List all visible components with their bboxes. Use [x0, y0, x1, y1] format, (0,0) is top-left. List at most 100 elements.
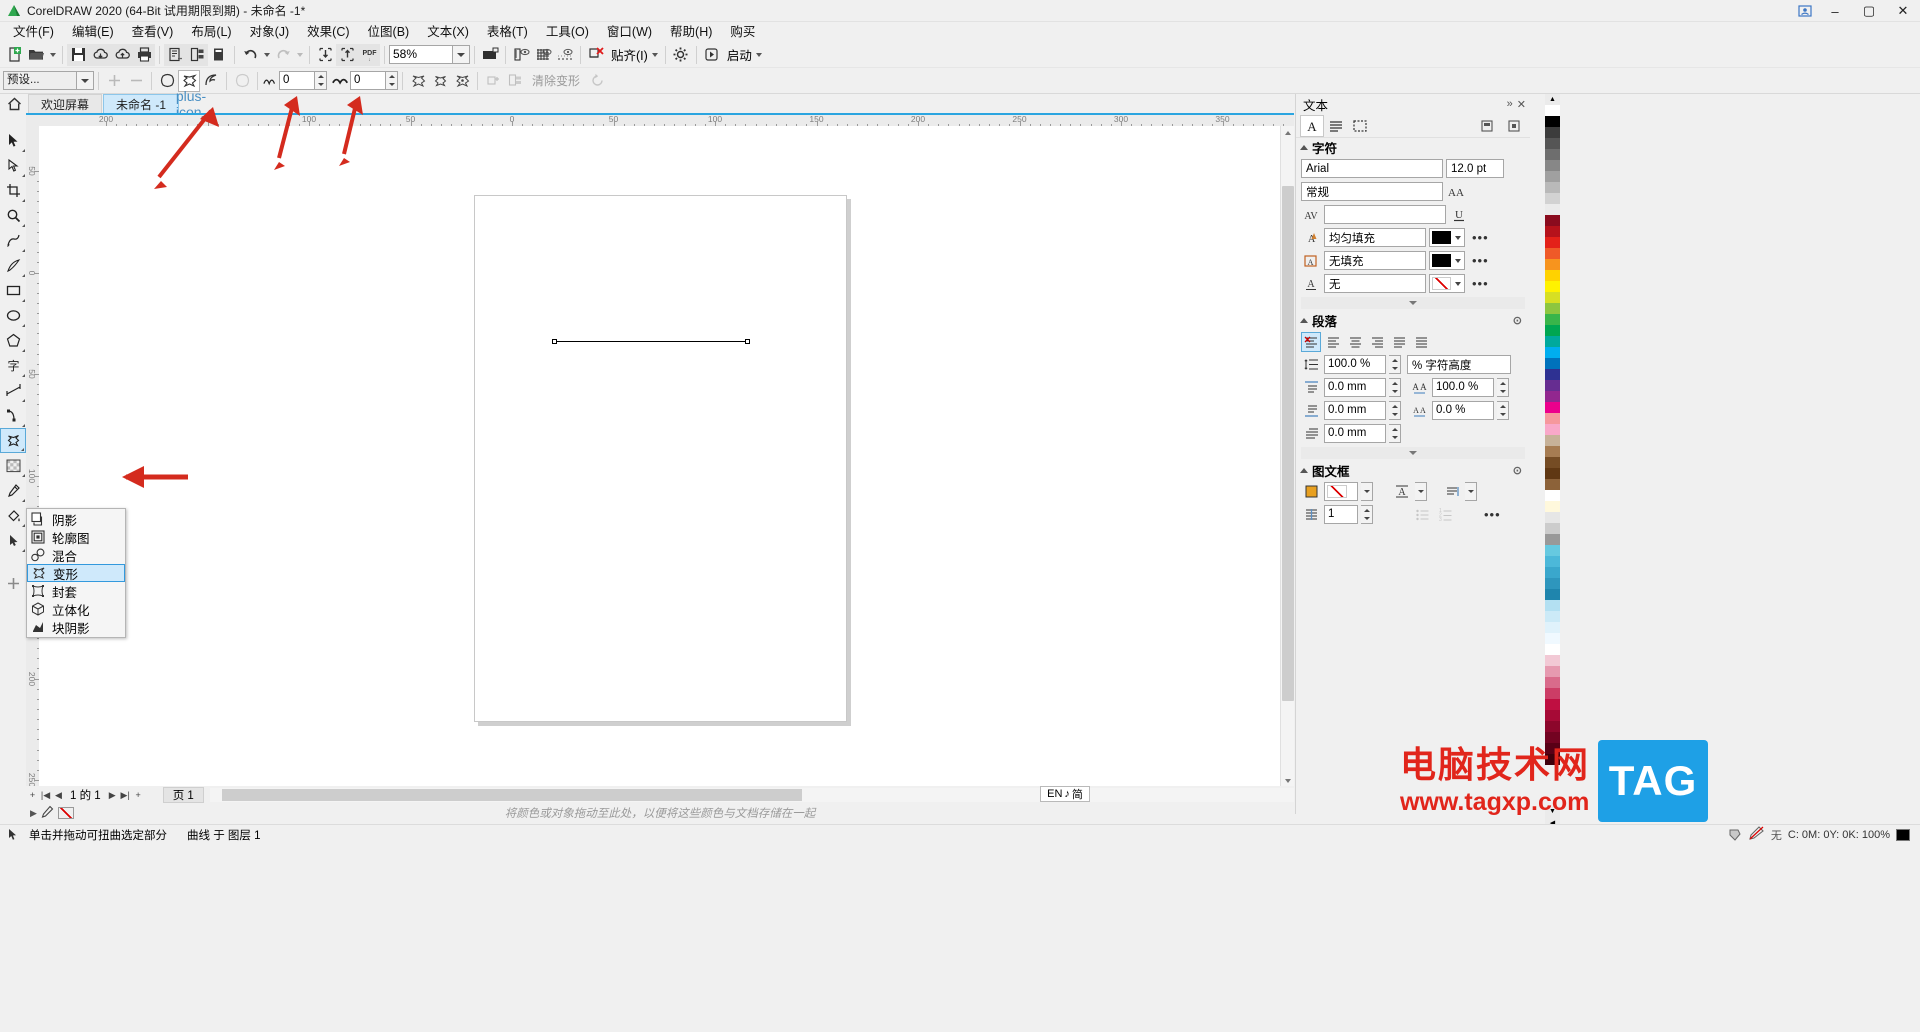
- zoom-dropdown-icon[interactable]: [453, 45, 470, 64]
- page-add-end-icon[interactable]: +: [132, 787, 145, 803]
- account-icon[interactable]: [1792, 0, 1818, 22]
- line-node-start[interactable]: [552, 339, 557, 344]
- frame-options-icon[interactable]: ⊙: [1513, 464, 1530, 477]
- export-doc-icon[interactable]: [186, 43, 208, 66]
- freehand-tool[interactable]: [0, 228, 26, 253]
- palette-color[interactable]: [1545, 479, 1560, 490]
- shape-tool[interactable]: [0, 153, 26, 178]
- after-paragraph-spinner[interactable]: [1389, 401, 1401, 420]
- more-tools-icon[interactable]: [0, 571, 26, 596]
- menu-buy[interactable]: 购买: [721, 23, 764, 41]
- outline-pen-icon[interactable]: [1749, 826, 1765, 843]
- export-to-icon[interactable]: [208, 44, 230, 66]
- character-spacing-spinner[interactable]: [1497, 378, 1509, 397]
- palette-color[interactable]: [1545, 655, 1560, 666]
- reset-icon[interactable]: [586, 70, 608, 92]
- palette-color[interactable]: [1545, 468, 1560, 479]
- palette-color[interactable]: [1545, 402, 1560, 413]
- underline-icon[interactable]: U: [1449, 205, 1469, 225]
- character-spacing-input[interactable]: 100.0 %: [1432, 378, 1494, 397]
- outline-more-options[interactable]: •••: [1468, 253, 1493, 268]
- undo-icon[interactable]: [239, 44, 261, 66]
- character-tab[interactable]: A: [1300, 114, 1324, 137]
- launch-label[interactable]: 启动: [723, 45, 754, 64]
- fill-more-options[interactable]: •••: [1468, 230, 1493, 245]
- palette-color[interactable]: [1545, 248, 1560, 259]
- indent-spinner[interactable]: [1389, 424, 1401, 443]
- ellipse-tool[interactable]: [0, 303, 26, 328]
- palette-color[interactable]: [1545, 743, 1560, 754]
- preset-dropdown-icon[interactable]: [77, 71, 94, 90]
- word-spacing-input[interactable]: 0.0 %: [1432, 401, 1494, 420]
- palette-color[interactable]: [1545, 215, 1560, 226]
- fill-type-combo[interactable]: 均匀填充: [1324, 228, 1426, 247]
- tab-untitled-1[interactable]: 未命名 -1: [103, 94, 180, 113]
- palette-color[interactable]: [1545, 193, 1560, 204]
- preset-input[interactable]: 预设...: [3, 71, 77, 90]
- paragraph-options-icon[interactable]: ⊙: [1513, 314, 1530, 327]
- color-palette[interactable]: [1545, 105, 1560, 805]
- palette-color[interactable]: [1545, 435, 1560, 446]
- line-spacing-input[interactable]: 100.0 %: [1324, 355, 1386, 374]
- remove-preset-icon[interactable]: [125, 70, 147, 92]
- scroll-up-icon[interactable]: [1281, 126, 1295, 140]
- outline-type-combo[interactable]: 无填充: [1324, 251, 1426, 270]
- paragraph-expand-toggle[interactable]: [1301, 447, 1525, 459]
- show-rulers-icon[interactable]: [510, 44, 532, 66]
- palette-color[interactable]: [1545, 633, 1560, 644]
- horizontal-scrollbar[interactable]: [209, 788, 1294, 802]
- palette-color[interactable]: [1545, 622, 1560, 633]
- distortion-tool[interactable]: [0, 428, 26, 453]
- menu-object[interactable]: 对象(J): [241, 23, 299, 41]
- palette-color[interactable]: [1545, 644, 1560, 655]
- add-preset-icon[interactable]: [103, 70, 125, 92]
- interactive-fill-tool[interactable]: [0, 503, 26, 528]
- palette-color[interactable]: [1545, 182, 1560, 193]
- palette-color[interactable]: [1545, 369, 1560, 380]
- palette-color[interactable]: [1545, 556, 1560, 567]
- selected-line-object[interactable]: [552, 339, 750, 344]
- palette-color[interactable]: [1545, 677, 1560, 688]
- columns-input[interactable]: 1: [1324, 505, 1358, 524]
- palette-color[interactable]: [1545, 281, 1560, 292]
- redo-dropdown-icon[interactable]: [294, 44, 305, 66]
- new-tab-icon[interactable]: plus-icon: [176, 88, 206, 120]
- frame-color-swatch[interactable]: [1324, 482, 1358, 501]
- outline-color-swatch[interactable]: [1429, 251, 1465, 270]
- palette-color[interactable]: [1545, 391, 1560, 402]
- vertical-scroll-thumb[interactable]: [1282, 186, 1294, 701]
- document-page[interactable]: [474, 195, 847, 722]
- font-style-combo[interactable]: 常规: [1301, 182, 1443, 201]
- palette-color[interactable]: [1545, 578, 1560, 589]
- align-left-icon[interactable]: [1323, 332, 1343, 352]
- snap-label[interactable]: 贴齐(I): [607, 45, 650, 64]
- horizontal-scroll-thumb[interactable]: [221, 789, 802, 801]
- show-guides-icon[interactable]: [554, 44, 576, 66]
- palette-color[interactable]: [1545, 325, 1560, 336]
- minimize-button[interactable]: –: [1818, 0, 1852, 22]
- indent-input[interactable]: 0.0 mm: [1324, 424, 1386, 443]
- palette-color[interactable]: [1545, 358, 1560, 369]
- options-icon[interactable]: [670, 44, 692, 66]
- menu-effects[interactable]: 效果(C): [298, 23, 358, 41]
- text-tool[interactable]: 字: [0, 353, 26, 378]
- frame-fill-icon[interactable]: [1301, 482, 1321, 502]
- smart-fill-tool[interactable]: [0, 528, 26, 553]
- launch-icon[interactable]: [701, 44, 723, 66]
- menu-bitmap[interactable]: 位图(B): [359, 23, 419, 41]
- palette-color[interactable]: [1545, 127, 1560, 138]
- fill-color-swatch[interactable]: [1429, 228, 1465, 247]
- transparency-tool[interactable]: [0, 453, 26, 478]
- export-icon[interactable]: [336, 43, 358, 66]
- character-section-header[interactable]: 字符: [1296, 138, 1530, 157]
- flyout-item-distortion[interactable]: 变形: [27, 564, 125, 582]
- font-family-combo[interactable]: Arial: [1301, 159, 1443, 178]
- flyout-item-contour[interactable]: 轮廓图: [27, 528, 125, 546]
- collapse-docker-icon[interactable]: »: [1507, 98, 1513, 110]
- flyout-item-blend[interactable]: 混合: [27, 546, 125, 564]
- redo-icon[interactable]: [272, 44, 294, 66]
- page-first-icon[interactable]: |◀: [39, 787, 52, 803]
- page-last-icon[interactable]: ▶|: [119, 787, 132, 803]
- palette-color[interactable]: [1545, 292, 1560, 303]
- drawing-canvas[interactable]: [39, 126, 1294, 788]
